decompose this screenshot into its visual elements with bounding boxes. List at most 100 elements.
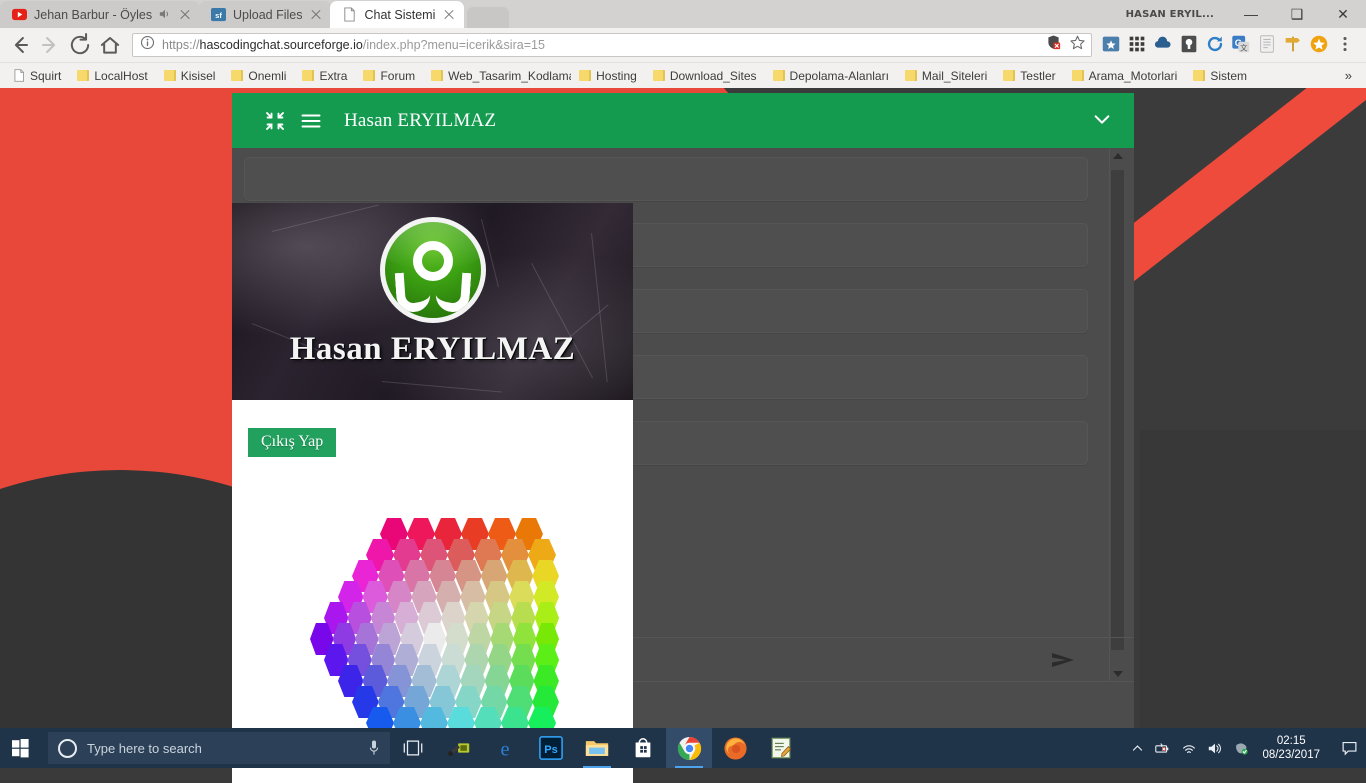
- apps-grid-icon[interactable]: [1126, 33, 1150, 57]
- close-button[interactable]: ✕: [1320, 0, 1366, 28]
- signpost-icon[interactable]: [1282, 33, 1306, 57]
- bookmark-forum[interactable]: Forum: [355, 65, 423, 87]
- security-shield-icon[interactable]: [1228, 728, 1254, 768]
- back-button[interactable]: [6, 31, 34, 59]
- browser-tab-upload-files[interactable]: sf Upload Files: [199, 1, 331, 28]
- sidebar-content: Çıkış Yap: [232, 400, 633, 457]
- task-view-icon[interactable]: [390, 728, 436, 768]
- browser-navigation-bar: https://hascodingchat.sourceforge.io/ind…: [0, 28, 1366, 62]
- photoshop-icon[interactable]: Ps: [528, 728, 574, 768]
- hex-color-row: [380, 518, 558, 539]
- bookmark-extra[interactable]: Extra: [294, 65, 355, 87]
- new-tab-button[interactable]: [467, 7, 509, 28]
- chat-scrollbar[interactable]: [1109, 148, 1124, 682]
- bookmark-mail-siteleri[interactable]: Mail_Siteleri: [897, 65, 995, 87]
- send-arrow-icon[interactable]: [1050, 649, 1076, 671]
- wifi-icon[interactable]: [1176, 728, 1202, 768]
- bookmark-testler[interactable]: Testler: [995, 65, 1063, 87]
- bookmark-depolama-alanlari[interactable]: Depolama-Alanları: [765, 65, 897, 87]
- browser-tab-chat-sistemi[interactable]: Chat Sistemi: [330, 1, 464, 28]
- windows-start-icon[interactable]: [0, 728, 48, 768]
- forward-button[interactable]: [36, 31, 64, 59]
- search-placeholder: Type here to search: [87, 741, 358, 756]
- bookmark-label: Sistem: [1210, 69, 1247, 83]
- battery-icon[interactable]: [1150, 728, 1176, 768]
- taskbar-clock[interactable]: 02:15 08/23/2017: [1254, 734, 1332, 762]
- orange-star-icon[interactable]: [1308, 33, 1332, 57]
- svg-text:e: e: [500, 738, 509, 760]
- chrome-browser-window: Jehan Barbur - Öylesine sf Upload Files: [0, 0, 1366, 88]
- cloud-icon[interactable]: [1152, 33, 1176, 57]
- shield-blocked-icon[interactable]: [1045, 34, 1063, 56]
- bookmark-label: Mail_Siteleri: [922, 69, 987, 83]
- bookmark-arama-motorlari[interactable]: Arama_Motorlari: [1064, 65, 1186, 87]
- window-controls: HASAN ERYIL... — ❑ ✕: [1126, 0, 1366, 28]
- chevron-down-icon[interactable]: [1092, 109, 1112, 133]
- google-translate-icon[interactable]: G文: [1230, 33, 1254, 57]
- chrome-profile-name[interactable]: HASAN ERYIL...: [1126, 9, 1214, 20]
- compress-icon[interactable]: [264, 110, 286, 132]
- mozilla-firefox-icon[interactable]: [712, 728, 758, 768]
- show-hidden-icons-chevron[interactable]: [1124, 728, 1150, 768]
- notepad-editor-icon[interactable]: [758, 728, 804, 768]
- search-input[interactable]: Type here to search: [48, 732, 390, 764]
- info-circle-icon[interactable]: [140, 35, 156, 55]
- user-avatar-icon: [385, 222, 481, 318]
- reload-button[interactable]: [66, 31, 94, 59]
- hamburger-menu-icon[interactable]: [300, 110, 322, 132]
- action-center-icon[interactable]: [1332, 728, 1366, 768]
- tab-title: Chat Sistemi: [364, 8, 435, 22]
- tab-close-icon[interactable]: [309, 8, 323, 22]
- hex-color-row: [338, 581, 558, 602]
- star-badge-icon[interactable]: [1100, 33, 1124, 57]
- bookmarks-bar: Squirt LocalHost Kisisel Onemli Extra Fo…: [0, 62, 1366, 88]
- avatar: [380, 217, 486, 323]
- scroll-up-arrow-icon[interactable]: [1110, 148, 1125, 164]
- microphone-icon[interactable]: [368, 739, 380, 757]
- svg-text:Ps: Ps: [544, 744, 558, 756]
- bookmark-onemli[interactable]: Onemli: [223, 65, 294, 87]
- wallpaper-shape-shadow: [1140, 430, 1366, 728]
- bookmark-hosting[interactable]: Hosting: [571, 65, 645, 87]
- scrollbar-thumb[interactable]: [1111, 170, 1124, 650]
- home-button[interactable]: [96, 31, 124, 59]
- refresh-blue-icon[interactable]: [1204, 33, 1228, 57]
- chat-message-bubble[interactable]: [244, 157, 1088, 201]
- folder-icon: [363, 70, 375, 81]
- tab-close-icon[interactable]: [442, 8, 456, 22]
- close-icon: ✕: [1337, 7, 1349, 21]
- tab-audio-playing-icon[interactable]: [159, 8, 171, 22]
- lightbulb-icon[interactable]: [1178, 33, 1202, 57]
- google-chrome-icon[interactable]: [666, 728, 712, 768]
- file-explorer-icon[interactable]: [574, 728, 620, 768]
- notepad-icon[interactable]: [1256, 33, 1280, 57]
- folder-icon: [431, 70, 443, 81]
- logout-button[interactable]: Çıkış Yap: [248, 428, 336, 457]
- maximize-button[interactable]: ❑: [1274, 0, 1320, 28]
- clock-date: 08/23/2017: [1262, 748, 1320, 762]
- bookmark-squirt[interactable]: Squirt: [6, 65, 69, 87]
- volume-icon[interactable]: [1202, 728, 1228, 768]
- avatar-gloss: [385, 222, 481, 268]
- bookmark-localhost[interactable]: LocalHost: [69, 65, 155, 87]
- folder-icon: [1193, 70, 1205, 81]
- bookmark-download-sites[interactable]: Download_Sites: [645, 65, 765, 87]
- browser-tabstrip: Jehan Barbur - Öylesine sf Upload Files: [0, 0, 1366, 28]
- bookmark-web-tasarim-kodlama[interactable]: Web_Tasarim_Kodlama: [423, 65, 571, 87]
- hardware-tool-icon[interactable]: [436, 728, 482, 768]
- microsoft-edge-icon[interactable]: e: [482, 728, 528, 768]
- bookmarks-overflow-button[interactable]: »: [1337, 68, 1360, 83]
- chrome-menu-icon[interactable]: [1334, 33, 1358, 57]
- avatar-body-right: [434, 271, 471, 313]
- tab-close-icon[interactable]: [178, 8, 192, 22]
- hex-color-picker[interactable]: [310, 518, 558, 738]
- bookmark-kisisel[interactable]: Kisisel: [156, 65, 224, 87]
- address-bar[interactable]: https://hascodingchat.sourceforge.io/ind…: [132, 33, 1092, 57]
- minimize-button[interactable]: —: [1228, 0, 1274, 28]
- clock-time: 02:15: [1262, 734, 1320, 748]
- bookmark-sistem[interactable]: Sistem: [1185, 65, 1255, 87]
- microsoft-store-icon[interactable]: [620, 728, 666, 768]
- youtube-icon: [12, 7, 27, 22]
- bookmark-star-icon[interactable]: [1069, 34, 1087, 56]
- browser-tab-youtube[interactable]: Jehan Barbur - Öylesine: [0, 1, 200, 28]
